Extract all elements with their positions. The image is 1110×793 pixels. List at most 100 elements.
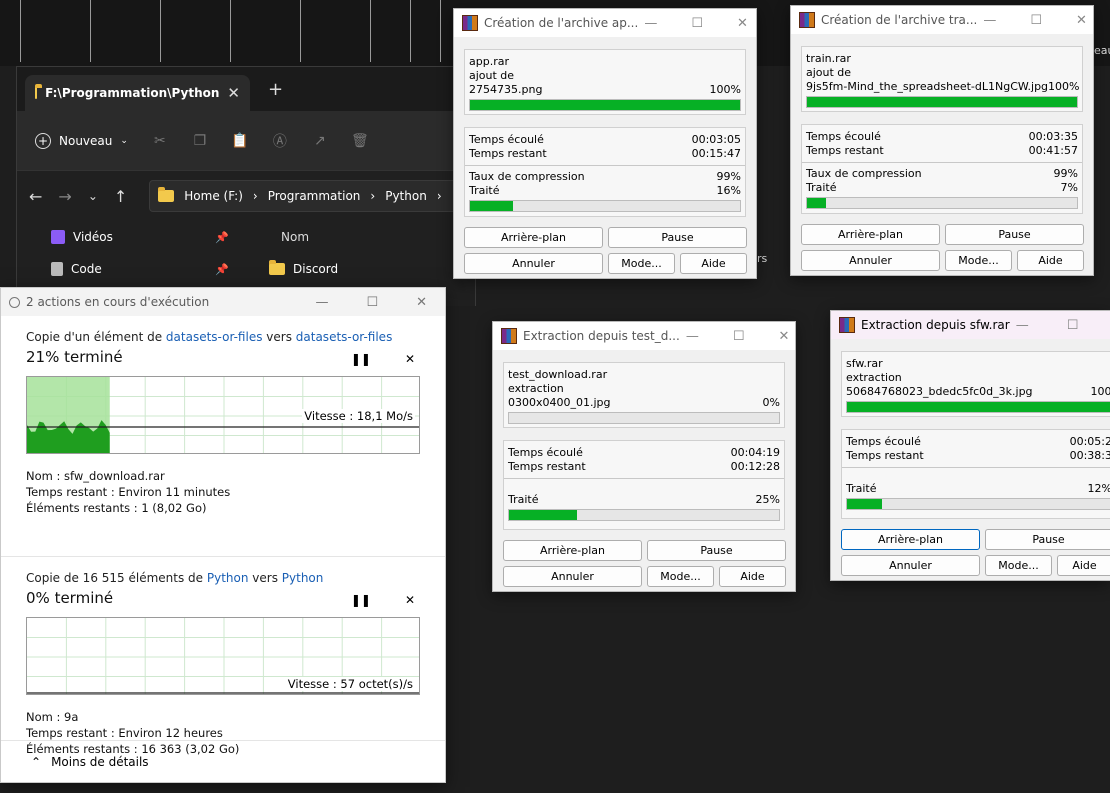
- background-button[interactable]: Arrière-plan: [503, 540, 642, 561]
- cancel-icon[interactable]: ✕: [405, 352, 415, 366]
- ratio-label: Taux de compression: [806, 167, 922, 180]
- close-icon[interactable]: ✕: [1076, 13, 1087, 28]
- pause-icon[interactable]: ❚❚: [351, 352, 371, 366]
- help-button[interactable]: Aide: [1057, 555, 1110, 576]
- explorer-tab[interactable]: F:\Programmation\Python ✕: [25, 75, 250, 111]
- maximize-icon[interactable]: ☐: [366, 295, 378, 310]
- list-item[interactable]: Discord: [249, 253, 475, 285]
- close-icon[interactable]: ✕: [416, 295, 427, 310]
- file-name: Nom : sfw_download.rar: [26, 469, 165, 483]
- file-panel: test_download.rar extraction 0300x0400_0…: [503, 362, 785, 428]
- less-details-toggle[interactable]: ⌃ Moins de détails: [1, 740, 445, 782]
- winrar-dialog-test: Extraction depuis test_d... — ☐ ✕ test_dow…: [492, 321, 796, 592]
- help-button[interactable]: Aide: [719, 566, 786, 587]
- background-line: [20, 0, 21, 62]
- close-tab-icon[interactable]: ✕: [227, 84, 240, 102]
- time-remaining: Temps restant : Environ 11 minutes: [26, 485, 231, 499]
- new-button[interactable]: + Nouveau ⌄: [35, 132, 128, 149]
- up-arrow-icon[interactable]: ↑: [114, 187, 127, 206]
- help-button[interactable]: Aide: [680, 253, 747, 274]
- minimize-icon[interactable]: —: [315, 295, 328, 310]
- pause-icon[interactable]: ❚❚: [351, 593, 371, 607]
- share-icon[interactable]: ↗: [312, 133, 328, 149]
- breadcrumb-separator-icon: ›: [370, 189, 376, 203]
- destination-link[interactable]: datasets-or-files: [296, 330, 393, 344]
- minimize-icon[interactable]: —: [1016, 318, 1029, 333]
- maximize-icon[interactable]: ☐: [691, 16, 703, 31]
- back-arrow-icon[interactable]: ←: [29, 187, 42, 206]
- stats-panel: Temps écoulé 00:03:05 Temps restant 00:15:…: [464, 127, 746, 217]
- new-button-label: Nouveau: [59, 133, 113, 148]
- maximize-icon[interactable]: ☐: [1030, 13, 1042, 28]
- sidebar-item-label: Vidéos: [73, 230, 113, 244]
- speed-graph: Vitesse : 18,1 Mo/s: [26, 376, 420, 454]
- file-percent: 0%: [762, 396, 780, 409]
- minimize-icon[interactable]: —: [983, 13, 996, 28]
- winrar-dialog-sfw: Extraction depuis sfw.rar —☐✕ sfw.rar ex…: [830, 310, 1110, 581]
- copy-icon[interactable]: ❐: [192, 133, 208, 149]
- pause-button[interactable]: Pause: [608, 227, 747, 248]
- source-link[interactable]: Python: [207, 571, 249, 585]
- background-button[interactable]: Arrière-plan: [841, 529, 980, 550]
- ratio-value: 99%: [1053, 167, 1078, 180]
- winrar-icon: [839, 317, 855, 333]
- pause-button[interactable]: Pause: [647, 540, 786, 561]
- copy-progress-dialog: 2 actions en cours d'exécution — ☐ ✕ Cop…: [0, 287, 446, 783]
- elapsed-label: Temps écoulé: [846, 435, 921, 448]
- cut-icon[interactable]: ✂: [152, 133, 168, 149]
- cancel-button[interactable]: Annuler: [464, 253, 603, 274]
- stats-panel: Temps écoulé 00:04:19 Temps restant 00:12:…: [503, 440, 785, 530]
- folder-icon: [158, 187, 175, 202]
- address-bar[interactable]: Home (F:) › Programmation › Python ›: [149, 180, 475, 212]
- minimize-icon[interactable]: —: [686, 329, 699, 344]
- background-button[interactable]: Arrière-plan: [464, 227, 603, 248]
- background-button[interactable]: Arrière-plan: [801, 224, 940, 245]
- destination-link[interactable]: Python: [282, 571, 324, 585]
- plus-circle-icon: +: [35, 132, 51, 149]
- breadcrumb-item[interactable]: Programmation: [268, 189, 361, 203]
- pause-button[interactable]: Pause: [945, 224, 1084, 245]
- breadcrumb-item[interactable]: Python: [385, 189, 427, 203]
- dialog-title: Extraction depuis sfw.rar: [861, 318, 1010, 332]
- pin-icon[interactable]: 📌: [215, 231, 229, 244]
- cancel-icon[interactable]: ✕: [405, 593, 415, 607]
- cancel-button[interactable]: Annuler: [503, 566, 642, 587]
- remaining-value: 00:12:28: [730, 460, 780, 473]
- background-line: [230, 0, 231, 62]
- breadcrumb-item[interactable]: Home (F:): [184, 189, 243, 203]
- sidebar-item-videos[interactable]: Vidéos 📌: [17, 221, 247, 253]
- close-icon[interactable]: ✕: [737, 16, 748, 31]
- pin-icon[interactable]: 📌: [215, 263, 229, 276]
- paste-icon[interactable]: 📋: [231, 133, 248, 149]
- close-icon[interactable]: ✕: [778, 329, 789, 344]
- new-tab-icon[interactable]: +: [268, 79, 283, 100]
- recent-chevron-icon[interactable]: ⌄: [88, 189, 98, 203]
- progress-fill: [470, 100, 740, 110]
- remaining-label: Temps restant: [846, 449, 924, 462]
- file-progress-bar: [806, 96, 1078, 108]
- minimize-icon[interactable]: —: [644, 16, 657, 31]
- pause-button[interactable]: Pause: [985, 529, 1110, 550]
- mode-button[interactable]: Mode...: [647, 566, 714, 587]
- sidebar-item-code[interactable]: Code 📌: [17, 253, 247, 285]
- forward-arrow-icon[interactable]: →: [58, 187, 71, 206]
- cancel-button[interactable]: Annuler: [801, 250, 940, 271]
- cancel-button[interactable]: Annuler: [841, 555, 980, 576]
- source-link[interactable]: datasets-or-files: [166, 330, 263, 344]
- videos-icon: [51, 230, 65, 244]
- maximize-icon[interactable]: ☐: [733, 329, 745, 344]
- help-button[interactable]: Aide: [1017, 250, 1084, 271]
- dialog-title: Création de l'archive ap...: [484, 16, 639, 30]
- file-progress-bar: [508, 412, 780, 424]
- rename-icon[interactable]: Ⓐ: [272, 133, 288, 150]
- mode-button[interactable]: Mode...: [608, 253, 675, 274]
- ratio-value: 99%: [716, 170, 741, 183]
- delete-icon[interactable]: 🗑: [351, 133, 369, 149]
- column-header-name[interactable]: Nom: [249, 221, 475, 253]
- maximize-icon[interactable]: ☐: [1067, 318, 1079, 333]
- mode-button[interactable]: Mode...: [985, 555, 1052, 576]
- mode-button[interactable]: Mode...: [945, 250, 1012, 271]
- remaining-value: 00:41:57: [1028, 144, 1078, 157]
- current-file: 0300x0400_01.jpg: [508, 396, 611, 409]
- folder-icon: [269, 260, 285, 275]
